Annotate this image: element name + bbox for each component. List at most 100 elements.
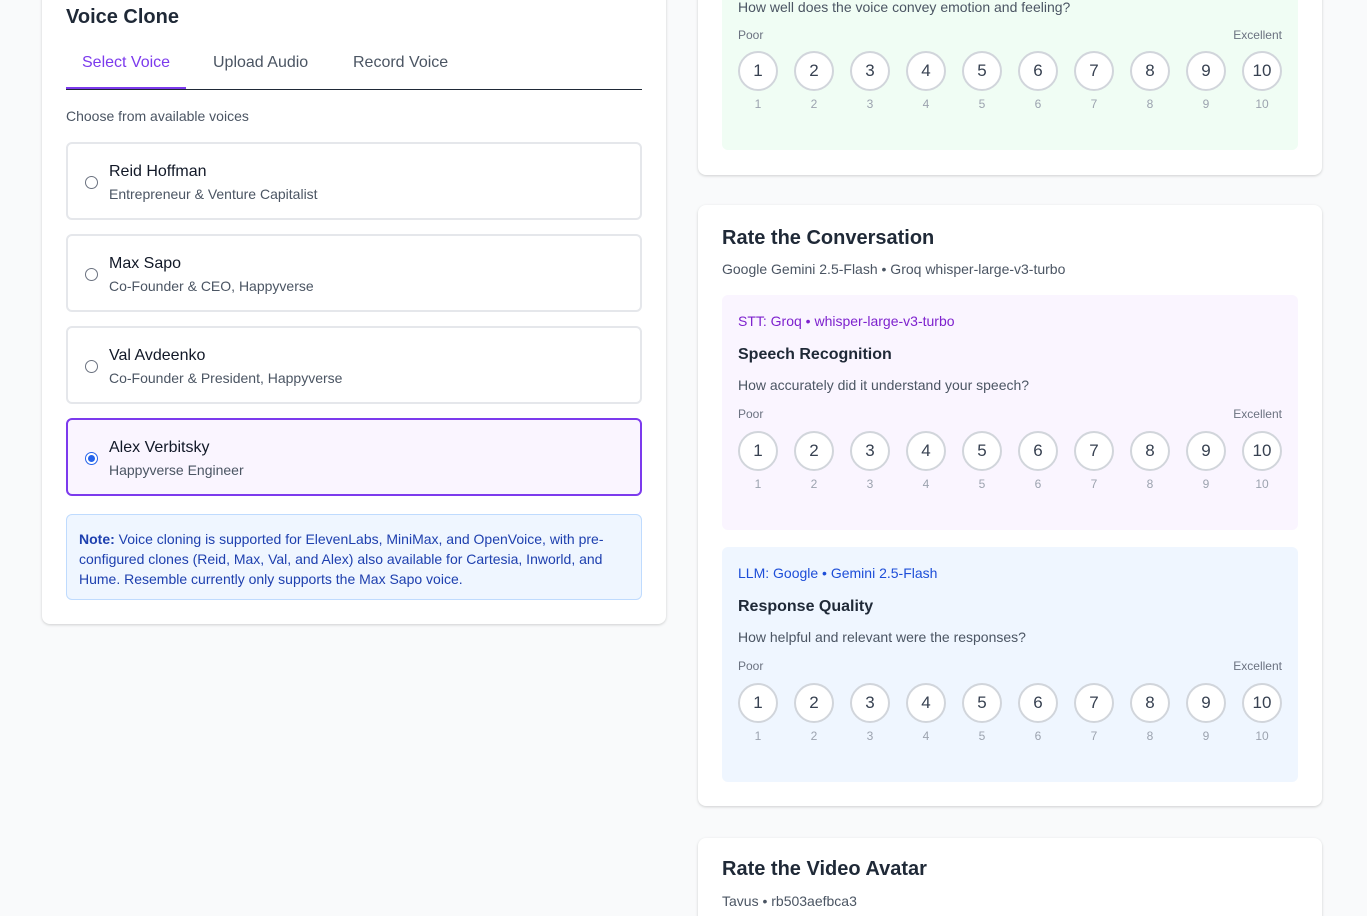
rating-caption-10: 10	[1255, 477, 1269, 491]
voice-name: Val Avdeenko	[109, 347, 206, 364]
rating-button-4[interactable]: 4	[906, 683, 946, 723]
rating-button-10[interactable]: 10	[1242, 51, 1282, 91]
rating-caption-2: 2	[810, 729, 818, 743]
rating-caption-2: 2	[810, 477, 818, 491]
rating-button-1[interactable]: 1	[738, 683, 778, 723]
voice-name: Max Sapo	[109, 255, 182, 272]
rating-caption-10: 10	[1255, 97, 1269, 111]
rating-caption-3: 3	[866, 729, 874, 743]
rating-button-9[interactable]: 9	[1186, 51, 1226, 91]
video-avatar-rating-card: Rate the Video Avatar Tavus • rb503aefbc…	[698, 838, 1322, 916]
stt-rating-scale: 1 1 2 2 3 3 4 4 5 5 6 6 7 7 8 8 9 9 10 10	[738, 431, 1282, 501]
note-label: Note:	[79, 531, 115, 547]
rating-button-3[interactable]: 3	[850, 431, 890, 471]
rating-button-5[interactable]: 5	[962, 51, 1002, 91]
scale-high-label: Excellent	[1233, 28, 1282, 42]
choose-voice-label: Choose from available voices	[66, 108, 249, 124]
conversation-rating-card: Rate the Conversation Google Gemini 2.5-…	[698, 205, 1322, 806]
tts-rating-scale: 1 1 2 2 3 3 4 4 5 5 6 6 7 7 8 8 9 9 10 10	[738, 51, 1282, 121]
voice-radio-selected[interactable]	[85, 452, 98, 465]
stt-question: How accurately did it understand your sp…	[738, 377, 1030, 393]
llm-service-label: LLM: Google • Gemini 2.5-Flash	[738, 565, 938, 581]
rating-button-10[interactable]: 10	[1242, 683, 1282, 723]
rating-button-5[interactable]: 5	[962, 683, 1002, 723]
rating-caption-6: 6	[1034, 729, 1042, 743]
rating-caption-8: 8	[1146, 477, 1154, 491]
rating-button-4[interactable]: 4	[906, 431, 946, 471]
voice-option-val[interactable]: Val Avdeenko Co-Founder & President, Hap…	[66, 326, 642, 404]
rating-button-4[interactable]: 4	[906, 51, 946, 91]
video-avatar-subtitle: Tavus • rb503aefbca3	[722, 893, 857, 909]
rating-button-3[interactable]: 3	[850, 683, 890, 723]
rating-button-10[interactable]: 10	[1242, 431, 1282, 471]
rating-caption-8: 8	[1146, 97, 1154, 111]
voice-clone-note: Note: Voice cloning is supported for Ele…	[66, 514, 642, 600]
rating-button-8[interactable]: 8	[1130, 431, 1170, 471]
voice-radio[interactable]	[85, 176, 98, 189]
rating-button-7[interactable]: 7	[1074, 683, 1114, 723]
tts-rating-card: How well does the voice convey emotion a…	[698, 0, 1322, 175]
rating-button-2[interactable]: 2	[794, 683, 834, 723]
rating-button-2[interactable]: 2	[794, 51, 834, 91]
scale-low-label: Poor	[738, 28, 764, 42]
voice-radio[interactable]	[85, 268, 98, 281]
voice-description: Co-Founder & President, Happyverse	[109, 370, 343, 386]
rating-button-6[interactable]: 6	[1018, 431, 1058, 471]
rating-caption-1: 1	[754, 729, 762, 743]
rating-button-2[interactable]: 2	[794, 431, 834, 471]
voice-option-reid[interactable]: Reid Hoffman Entrepreneur & Venture Capi…	[66, 142, 642, 220]
llm-metric-title: Response Quality	[738, 598, 874, 615]
rating-caption-7: 7	[1090, 729, 1098, 743]
rating-caption-1: 1	[754, 477, 762, 491]
voice-radio[interactable]	[85, 360, 98, 373]
voice-clone-card: Voice Clone Select Voice Upload Audio Re…	[42, 0, 666, 624]
tab-upload-audio[interactable]: Upload Audio	[197, 52, 324, 89]
rating-button-3[interactable]: 3	[850, 51, 890, 91]
rating-caption-7: 7	[1090, 477, 1098, 491]
rating-caption-4: 4	[922, 729, 930, 743]
tts-question: How well does the voice convey emotion a…	[738, 0, 1071, 15]
scale-high-label: Excellent	[1233, 659, 1282, 673]
rating-button-6[interactable]: 6	[1018, 683, 1058, 723]
video-avatar-title: Rate the Video Avatar	[722, 858, 927, 880]
rating-caption-4: 4	[922, 97, 930, 111]
rating-caption-2: 2	[810, 97, 818, 111]
voice-tabs: Select Voice Upload Audio Record Voice	[66, 36, 642, 90]
voice-clone-title: Voice Clone	[66, 6, 179, 28]
llm-rating-panel: LLM: Google • Gemini 2.5-Flash Response …	[722, 547, 1298, 782]
rating-button-7[interactable]: 7	[1074, 51, 1114, 91]
scale-low-label: Poor	[738, 407, 764, 421]
rating-caption-5: 5	[978, 477, 986, 491]
rating-button-8[interactable]: 8	[1130, 683, 1170, 723]
rating-caption-3: 3	[866, 477, 874, 491]
stt-service-label: STT: Groq • whisper-large-v3-turbo	[738, 313, 955, 329]
rating-caption-9: 9	[1202, 729, 1210, 743]
rating-button-6[interactable]: 6	[1018, 51, 1058, 91]
rating-button-9[interactable]: 9	[1186, 431, 1226, 471]
voice-option-max[interactable]: Max Sapo Co-Founder & CEO, Happyverse	[66, 234, 642, 312]
rating-caption-3: 3	[866, 97, 874, 111]
scale-low-label: Poor	[738, 659, 764, 673]
voice-name: Reid Hoffman	[109, 163, 207, 180]
rating-caption-7: 7	[1090, 97, 1098, 111]
rating-button-1[interactable]: 1	[738, 51, 778, 91]
rating-caption-5: 5	[978, 729, 986, 743]
rating-caption-9: 9	[1202, 97, 1210, 111]
tab-select-voice[interactable]: Select Voice	[66, 52, 187, 89]
rating-button-1[interactable]: 1	[738, 431, 778, 471]
conversation-subtitle: Google Gemini 2.5-Flash • Groq whisper-l…	[722, 261, 1066, 277]
voice-name: Alex Verbitsky	[109, 439, 210, 456]
rating-caption-10: 10	[1255, 729, 1269, 743]
rating-button-5[interactable]: 5	[962, 431, 1002, 471]
note-text: Voice cloning is supported for ElevenLab…	[79, 531, 604, 587]
scale-high-label: Excellent	[1233, 407, 1282, 421]
rating-button-9[interactable]: 9	[1186, 683, 1226, 723]
voice-option-alex[interactable]: Alex Verbitsky Happyverse Engineer	[66, 418, 642, 496]
rating-caption-6: 6	[1034, 477, 1042, 491]
stt-metric-title: Speech Recognition	[738, 346, 892, 363]
tab-record-voice[interactable]: Record Voice	[337, 52, 464, 89]
rating-caption-6: 6	[1034, 97, 1042, 111]
rating-button-8[interactable]: 8	[1130, 51, 1170, 91]
rating-button-7[interactable]: 7	[1074, 431, 1114, 471]
tts-rating-panel: How well does the voice convey emotion a…	[722, 0, 1298, 150]
